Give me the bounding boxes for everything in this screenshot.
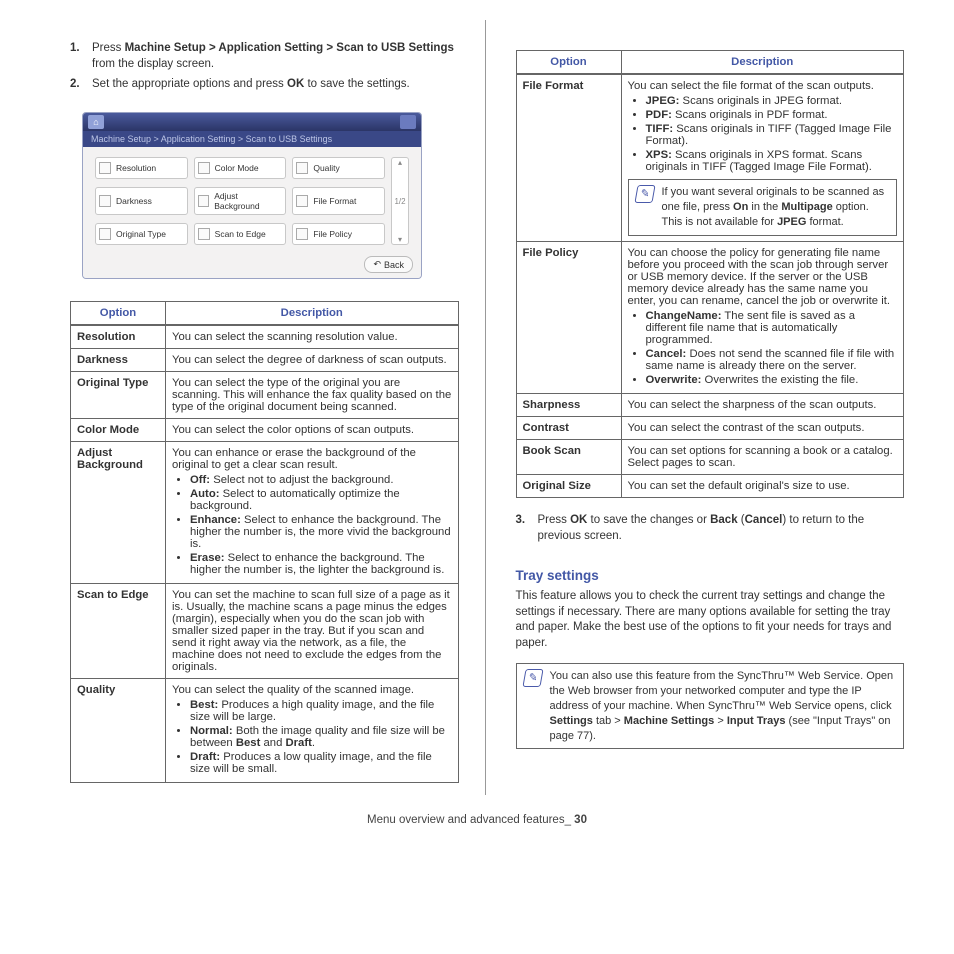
step-2: 2. Set the appropriate options and press… <box>70 76 459 92</box>
table-row: Scan to EdgeYou can set the machine to s… <box>71 584 459 679</box>
opt-file-format: File Format <box>292 187 385 215</box>
opt-original-type: Original Type <box>95 223 188 245</box>
th-description: Description <box>166 302 459 326</box>
scroll-pager: ▴ 1/2 ▾ <box>391 157 409 245</box>
opt-scan-to-edge: Scan to Edge <box>194 223 287 245</box>
option-grid: Resolution Color Mode Quality Darkness A… <box>95 157 385 245</box>
chevron-down-icon: ▾ <box>398 235 402 244</box>
tray-note: ✎ You can also use this feature from the… <box>516 663 905 749</box>
back-button: ↶Back <box>364 256 413 273</box>
step-3: 3. Press OK to save the changes or Back … <box>516 512 905 544</box>
opt-adjust-background: Adjust Background <box>194 187 287 215</box>
device-screenshot: ⌂ Machine Setup > Application Setting > … <box>82 112 422 279</box>
table-row: ContrastYou can select the contrast of t… <box>516 416 904 439</box>
table-row: Book ScanYou can set options for scannin… <box>516 439 904 474</box>
breadcrumb: Machine Setup > Application Setting > Sc… <box>83 131 421 147</box>
th-option: Option <box>516 51 621 75</box>
opt-color-mode: Color Mode <box>194 157 287 179</box>
table-row: File PolicyYou can choose the policy for… <box>516 241 904 393</box>
opt-file-policy: File Policy <box>292 223 385 245</box>
th-option: Option <box>71 302 166 326</box>
opt-resolution: Resolution <box>95 157 188 179</box>
tray-settings-heading: Tray settings <box>516 568 905 583</box>
table-row: SharpnessYou can select the sharpness of… <box>516 393 904 416</box>
step-1: 1. Press Machine Setup > Application Set… <box>70 40 459 72</box>
table-row: ResolutionYou can select the scanning re… <box>71 325 459 349</box>
page-footer: Menu overview and advanced features_ 30 <box>0 810 954 844</box>
opt-quality: Quality <box>292 157 385 179</box>
menu-icon <box>400 115 416 129</box>
chevron-up-icon: ▴ <box>398 158 402 167</box>
table-row: Original SizeYou can set the default ori… <box>516 474 904 497</box>
table-row: QualityYou can select the quality of the… <box>71 679 459 783</box>
th-description: Description <box>621 51 904 75</box>
note-icon: ✎ <box>522 669 543 687</box>
table-row: Adjust BackgroundYou can enhance or eras… <box>71 442 459 584</box>
tray-settings-text: This feature allows you to check the cur… <box>516 589 905 652</box>
home-icon: ⌂ <box>88 115 104 129</box>
table-row: Color ModeYou can select the color optio… <box>71 419 459 442</box>
options-table-left: Option Description ResolutionYou can sel… <box>70 301 459 783</box>
steps-list-a: 1. Press Machine Setup > Application Set… <box>70 40 459 96</box>
options-table-right: Option Description File FormatYou can se… <box>516 50 905 498</box>
table-row: Original TypeYou can select the type of … <box>71 372 459 419</box>
table-row: File FormatYou can select the file forma… <box>516 74 904 241</box>
opt-darkness: Darkness <box>95 187 188 215</box>
steps-list-b: 3. Press OK to save the changes or Back … <box>516 512 905 548</box>
note-icon: ✎ <box>634 185 655 203</box>
table-row: DarknessYou can select the degree of dar… <box>71 349 459 372</box>
